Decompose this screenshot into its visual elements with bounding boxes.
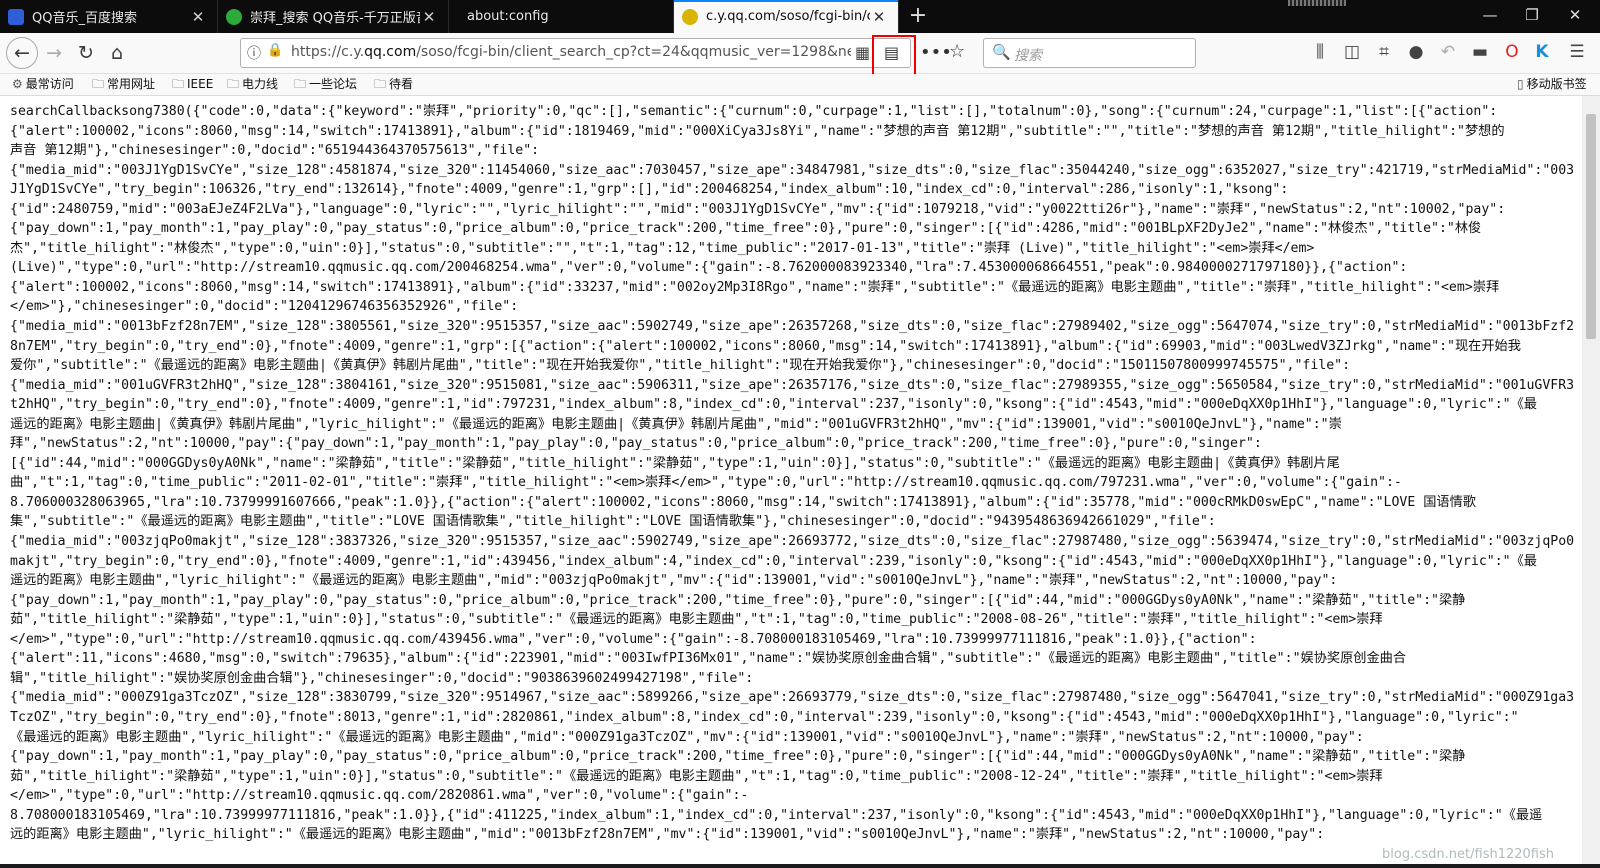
bookmark-folder-to-watch[interactable]: 🗀 待看 xyxy=(374,75,413,96)
page-content: searchCallbacksong7380({"code":0,"data":… xyxy=(0,96,1582,868)
extension-box-icon[interactable]: ▬ xyxy=(1468,42,1492,62)
bookmark-folder-forums[interactable]: 🗀 一些论坛 xyxy=(294,75,357,96)
k-extension-icon[interactable]: K xyxy=(1530,42,1554,62)
vertical-scrollbar[interactable] xyxy=(1582,96,1600,868)
bookmark-folder-powerline[interactable]: 🗀 电力线 xyxy=(227,75,278,96)
bookmark-most-visited[interactable]: ⚙ 最常访问 xyxy=(12,75,74,92)
folder-icon: 🗀 xyxy=(294,77,307,91)
lock-icon[interactable]: 🔒 xyxy=(267,43,283,58)
tab-baidu-search[interactable]: QQ音乐_百度搜索 ✕ xyxy=(0,0,218,33)
search-placeholder: 搜索 xyxy=(1014,48,1042,64)
bookmarks-toolbar: ⚙ 最常访问 🗀 常用网址 🗀 IEEE 🗀 电力线 🗀 一些论坛 🗀 待看 ▯ 移动版书签 xyxy=(0,74,1600,96)
gear-icon: ⚙ xyxy=(12,77,23,91)
taskbar-strip xyxy=(0,864,1600,868)
tab-title: 崇拜_搜索 QQ音乐-千万正版音乐海量无损曲库 xyxy=(250,11,420,26)
mobile-icon: ▯ xyxy=(1517,77,1524,91)
close-tab-icon[interactable]: ✕ xyxy=(420,8,438,26)
folder-icon: 🗀 xyxy=(227,77,240,91)
tab-title: about:config xyxy=(467,9,549,24)
home-button[interactable]: ⌂ xyxy=(103,40,131,66)
reader-view-icon[interactable]: ▤ xyxy=(884,43,899,62)
csdn-watermark: blog.csdn.net/fish1220fish xyxy=(1382,847,1554,862)
scrollbar-thumb[interactable] xyxy=(1586,114,1596,339)
new-tab-button[interactable]: + xyxy=(905,4,931,30)
qqmusic-favicon-icon xyxy=(226,8,242,25)
library-icon[interactable]: ⫼ xyxy=(1308,42,1332,62)
activity-indicator xyxy=(1288,0,1346,6)
hamburger-menu-icon[interactable]: ☰ xyxy=(1565,42,1589,62)
chat-bubble-icon[interactable]: ● xyxy=(1404,42,1428,62)
jsonp-response-text: searchCallbacksong7380({"code":0,"data":… xyxy=(10,104,1575,843)
bookmark-folder-common[interactable]: 🗀 常用网址 xyxy=(92,75,155,96)
opera-o-icon[interactable]: O xyxy=(1500,42,1524,62)
close-tab-icon[interactable]: ✕ xyxy=(870,8,888,26)
tab-qqmusic-search[interactable]: 崇拜_搜索 QQ音乐-千万正版音乐海量无损曲库 ✕ xyxy=(218,0,449,33)
qr-code-icon[interactable]: ▦ xyxy=(855,43,870,62)
back-button[interactable]: ← xyxy=(6,37,38,69)
info-icon[interactable]: ⓘ xyxy=(247,43,261,63)
arrow-right-icon: → xyxy=(46,42,62,64)
page-actions-more-icon[interactable]: ••• xyxy=(920,42,952,63)
arrow-left-icon: ← xyxy=(14,42,30,64)
screenshot-crop-icon[interactable]: ⌗ xyxy=(1372,42,1396,62)
tab-client-search[interactable]: c.y.qq.com/soso/fcgi-bin/client_search_c… xyxy=(674,0,899,33)
url-bar[interactable]: ⓘ 🔒 https://c.y.qq.com/soso/fcgi-bin/cli… xyxy=(240,38,911,68)
folder-icon: 🗀 xyxy=(92,77,105,91)
minimize-button[interactable]: — xyxy=(1475,6,1505,24)
undo-arrow-icon[interactable]: ↶ xyxy=(1436,42,1460,62)
url-text[interactable]: https://c.y.qq.com/soso/fcgi-bin/client_… xyxy=(291,44,851,60)
baidu-favicon-icon xyxy=(8,8,24,25)
sidebar-icon[interactable]: ◫ xyxy=(1340,42,1364,62)
tab-title: QQ音乐_百度搜索 xyxy=(32,11,137,26)
home-icon: ⌂ xyxy=(110,42,124,64)
reload-button[interactable]: ↻ xyxy=(72,40,100,66)
close-tab-icon[interactable]: ✕ xyxy=(189,8,207,26)
qqmusic-favicon-icon xyxy=(682,8,698,25)
bookmark-star-icon[interactable]: ☆ xyxy=(949,41,965,62)
reload-icon: ↻ xyxy=(78,42,94,64)
maximize-button[interactable]: ❐ xyxy=(1517,6,1547,24)
search-icon: 🔍 xyxy=(992,43,1011,61)
tab-title: c.y.qq.com/soso/fcgi-bin/client_search_c… xyxy=(706,9,870,24)
forward-button[interactable]: → xyxy=(40,40,68,66)
close-window-button[interactable]: ✕ xyxy=(1560,6,1590,24)
tab-strip: QQ音乐_百度搜索 ✕ 崇拜_搜索 QQ音乐-千万正版音乐海量无损曲库 ✕ ab… xyxy=(0,0,1600,33)
bookmark-folder-ieee[interactable]: 🗀 IEEE xyxy=(172,75,213,96)
folder-icon: 🗀 xyxy=(172,77,185,91)
folder-icon: 🗀 xyxy=(374,77,387,91)
tab-about-config[interactable]: about:config xyxy=(449,0,674,33)
search-box[interactable]: 🔍 搜索 xyxy=(983,38,1196,68)
bookmark-mobile[interactable]: ▯ 移动版书签 xyxy=(1517,75,1587,92)
